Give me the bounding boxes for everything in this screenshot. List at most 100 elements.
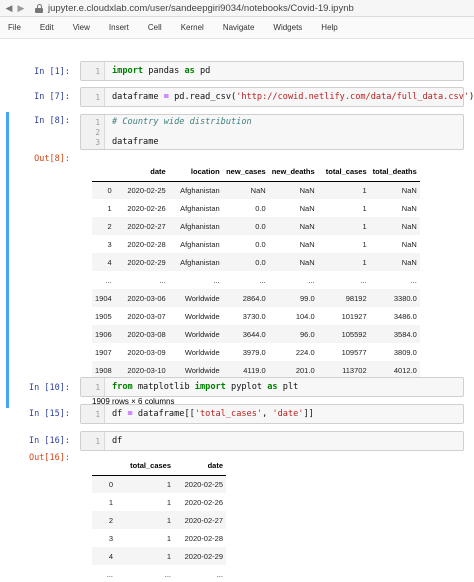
selected-code-cell[interactable]: In [8]: 1 2 3 # Country wide distributio… [6, 112, 468, 408]
table-cell: 3809.0 [393, 347, 417, 357]
table-row: 0 1 2020-02-25 [92, 475, 226, 493]
table-cell: 3380.0 [369, 289, 420, 307]
line-number: 3 [95, 138, 100, 147]
code-line: from matplotlib import pyplot as plt [112, 382, 298, 392]
code-cell[interactable]: In [15]: 1 df = dataframe[['total_cases'… [6, 401, 468, 427]
table-cell: 98192 [317, 289, 370, 307]
table-cell: 0.0 [255, 239, 266, 249]
table-cell: Afghanistan [180, 203, 220, 213]
code-line: # Country wide distribution [112, 117, 252, 127]
table-row: 1904 2020-03-06 Worldwide 2864.0 99.0 98192 33… [92, 289, 420, 307]
menu-cell[interactable]: Cell [148, 23, 162, 32]
column-header: date [114, 163, 169, 182]
table-row: 1907 2020-03-09 Worldwide 3979.0 224.0 109577… [92, 343, 420, 361]
code-token: pandas [143, 66, 185, 76]
table-cell: 96.0 [268, 325, 318, 343]
table-cell: 2020-03-09 [127, 347, 166, 357]
line-number-gutter: 1 [81, 88, 105, 106]
code-editor[interactable]: 1 2 3 # Country wide distribution datafr… [80, 114, 464, 150]
menu-help[interactable]: Help [321, 23, 337, 32]
code-line: import pandas as pd [112, 66, 210, 76]
code-token: as [267, 382, 278, 392]
table-cell: 2020-02-28 [127, 239, 166, 249]
code-cell[interactable]: In [10]: 1 from matplotlib import pyplot… [6, 374, 468, 400]
column-header [92, 163, 115, 182]
column-header [92, 457, 116, 476]
code-token: as [184, 66, 195, 76]
table-cell: 2020-02-26 [184, 497, 223, 507]
menu-file[interactable]: File [8, 23, 21, 32]
code-token: import [112, 66, 144, 76]
table-row: 2 1 2020-02-27 [92, 511, 226, 529]
input-prompt: In [10]: [29, 383, 70, 393]
line-number: 1 [95, 437, 100, 446]
table-cell: NaN [222, 181, 269, 199]
table-cell: ... [114, 271, 169, 289]
code-cell[interactable]: In [1]: 1 import pandas as pd [6, 58, 468, 84]
table-header-row: total_cases date [92, 457, 226, 476]
table-row: 2 2020-02-27 Afghanistan 0.0 NaN 1 NaN [92, 217, 420, 235]
arrow-right-icon[interactable]: ▶ [15, 3, 27, 14]
table-cell: Afghanistan [168, 217, 223, 235]
notebook-container: In [1]: 1 import pandas as pd In [7]: 1 … [0, 40, 474, 582]
table-row: 3 1 2020-02-28 [92, 529, 226, 547]
code-token: pd.read_csv( [168, 92, 237, 102]
table-cell: 1 [116, 475, 174, 493]
code-line: dataframe = pd.read_csv('http://cowid.ne… [112, 92, 474, 102]
table-header-row: date location new_cases new_deaths total… [92, 163, 420, 182]
table-cell: 2020-03-08 [114, 325, 169, 343]
code-editor[interactable]: 1 df [80, 431, 464, 451]
table-cell: 1 [166, 533, 171, 543]
code-line: df [112, 436, 122, 446]
table-cell: 2020-03-06 [114, 289, 169, 307]
column-header: date [174, 457, 226, 476]
row-index-cell: 0 [92, 181, 115, 199]
menu-insert[interactable]: Insert [109, 23, 129, 32]
input-prompt: In [8]: [34, 116, 70, 126]
output-prompt: Out[8]: [34, 154, 70, 164]
table-cell: Worldwide [184, 347, 220, 357]
table-cell: 2020-02-25 [114, 181, 169, 199]
menu-widgets[interactable]: Widgets [273, 23, 302, 32]
input-prompt: In [16]: [29, 436, 70, 446]
table-cell: 224.0 [295, 347, 315, 357]
table-ellipsis-row: ..................... [92, 271, 420, 289]
code-token: dataframe[[ [132, 409, 195, 419]
table-cell: ... [168, 271, 223, 289]
code-token: 'total_cases' [194, 409, 263, 419]
input-prompt: In [1]: [34, 67, 70, 77]
code-editor[interactable]: 1 dataframe = pd.read_csv('http://cowid.… [80, 87, 474, 107]
table-cell: 109577 [341, 347, 367, 357]
menu-edit[interactable]: Edit [40, 23, 54, 32]
code-token: import [194, 382, 226, 392]
table-row: 0 2020-02-25 Afghanistan NaN NaN 1 NaN [92, 181, 420, 199]
line-number-gutter: 1 [81, 432, 105, 450]
table-cell: 3730.0 [242, 311, 266, 321]
dataframe-table: total_cases date 0 1 2020-02-25 1 1 2020-02-2… [92, 457, 226, 582]
table-cell: 2020-02-29 [174, 547, 226, 565]
line-number: 2 [95, 128, 100, 137]
row-index-cell: ... [92, 271, 115, 289]
menu-navigate[interactable]: Navigate [223, 23, 255, 32]
row-index-cell: 1904 [92, 289, 115, 307]
code-editor[interactable]: 1 from matplotlib import pyplot as plt [80, 377, 464, 397]
row-index-cell: 3 [107, 239, 112, 249]
arrow-left-icon[interactable]: ◀ [3, 3, 15, 14]
column-header: new_deaths [268, 163, 318, 182]
menu-view[interactable]: View [73, 23, 90, 32]
code-token: pd [194, 66, 211, 76]
menu-kernel[interactable]: Kernel [181, 23, 204, 32]
dataframe-body: 0 1 2020-02-25 1 1 2020-02-26 2 1 2020-02-27 3 1 20… [92, 475, 226, 582]
table-cell: ... [317, 271, 370, 289]
table-cell: 2020-03-07 [127, 311, 166, 321]
row-index-cell: 1 [108, 497, 113, 507]
url-field[interactable]: jupyter.e.cloudxlab.com/user/sandeepgiri… [48, 3, 354, 14]
table-cell: 1 [317, 217, 370, 235]
table-cell: Afghanistan [168, 181, 223, 199]
code-editor[interactable]: 1 df = dataframe[['total_cases', 'date']… [80, 404, 464, 424]
input-prompt: In [7]: [34, 92, 70, 102]
line-number-gutter: 1 2 3 [81, 115, 105, 149]
code-cell[interactable]: In [7]: 1 dataframe = pd.read_csv('http:… [6, 84, 474, 110]
code-cell[interactable]: In [16]: 1 df Out[16]: total_cases date … [6, 428, 468, 582]
code-editor[interactable]: 1 import pandas as pd [80, 61, 464, 81]
